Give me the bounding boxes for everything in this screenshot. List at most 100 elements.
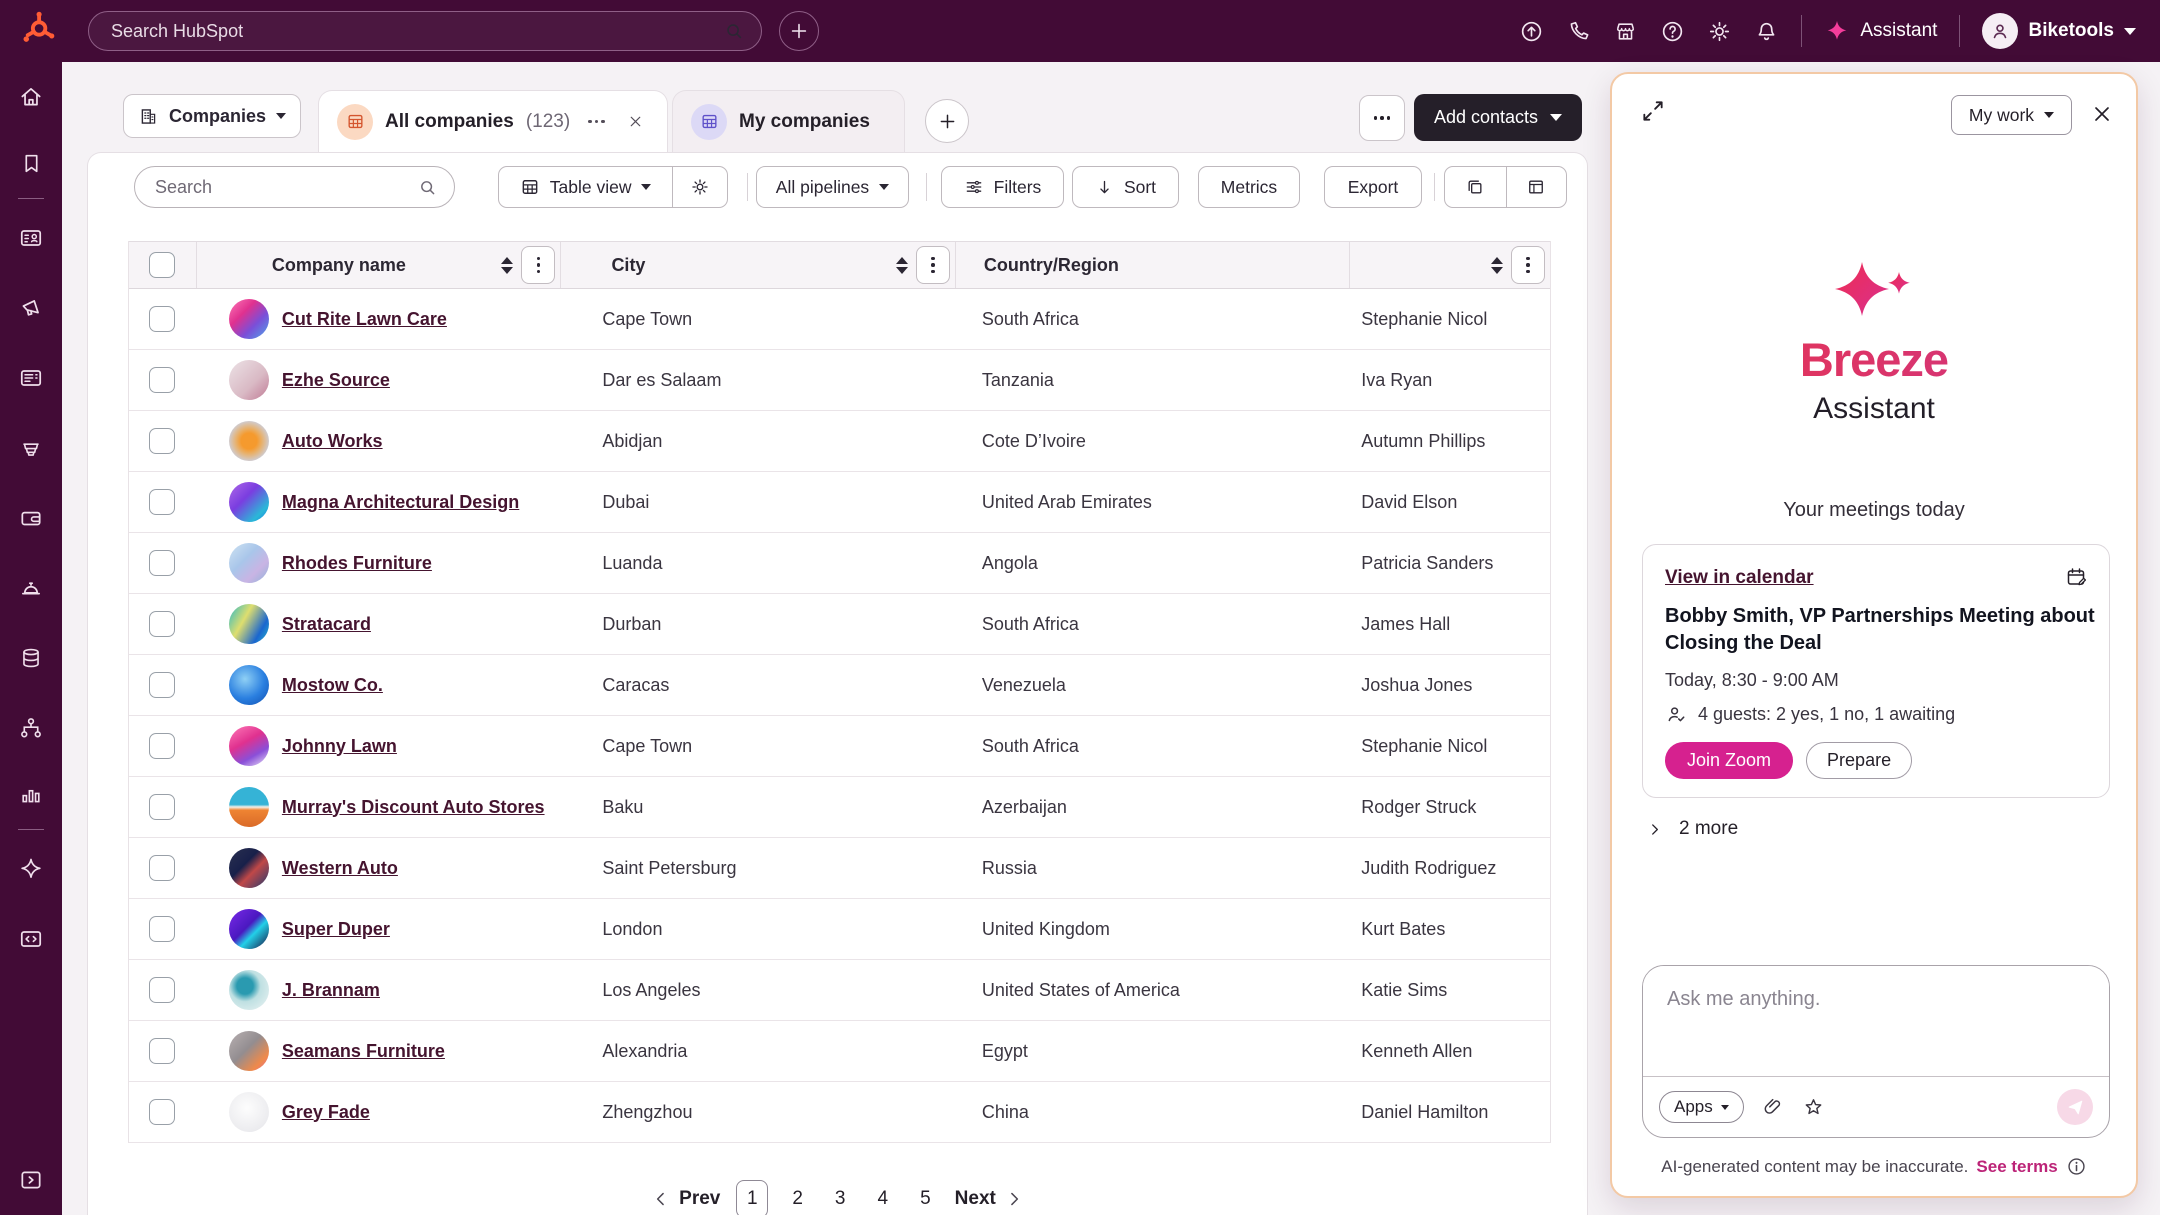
table-search-input[interactable] [155, 177, 417, 198]
sidebar-item-content[interactable] [0, 343, 62, 413]
row-checkbox[interactable] [149, 733, 175, 759]
assistant-chat-input[interactable] [1643, 966, 2109, 1076]
company-name-link[interactable]: Johnny Lawn [282, 736, 397, 757]
send-button[interactable] [2057, 1089, 2093, 1125]
sort-arrows[interactable] [1491, 257, 1503, 274]
company-name-link[interactable]: Rhodes Furniture [282, 553, 432, 574]
row-checkbox[interactable] [149, 916, 175, 942]
company-name-link[interactable]: Stratacard [282, 614, 371, 635]
row-checkbox[interactable] [149, 1099, 175, 1125]
sidebar-expand-button[interactable] [0, 1167, 62, 1193]
next-page-button[interactable]: Next [955, 1188, 1024, 1210]
sort-arrows[interactable] [896, 257, 908, 274]
company-name-link[interactable]: Magna Architectural Design [282, 492, 519, 513]
apps-dropdown[interactable]: Apps [1659, 1091, 1744, 1123]
add-view-button[interactable] [925, 99, 969, 143]
account-menu[interactable]: Biketools [1982, 13, 2136, 49]
sidebar-item-marketing[interactable] [0, 273, 62, 343]
metrics-button[interactable]: Metrics [1198, 166, 1300, 208]
sidebar-item-data[interactable] [0, 623, 62, 693]
assistant-button[interactable]: Assistant [1824, 18, 1937, 44]
sort-button[interactable]: Sort [1072, 166, 1179, 208]
board-view-button[interactable] [1506, 167, 1567, 207]
settings-icon[interactable] [1707, 19, 1732, 44]
add-contacts-button[interactable]: Add contacts [1414, 94, 1582, 141]
view-more-options-button[interactable] [1359, 95, 1405, 141]
table-search[interactable] [134, 166, 455, 208]
sidebar-item-reporting[interactable] [0, 763, 62, 825]
export-button[interactable]: Export [1324, 166, 1422, 208]
row-checkbox[interactable] [149, 306, 175, 332]
create-button[interactable] [779, 11, 819, 51]
paperclip-icon[interactable] [1762, 1096, 1784, 1118]
row-checkbox[interactable] [149, 977, 175, 1003]
sort-arrows[interactable] [501, 257, 513, 274]
global-search[interactable] [88, 11, 762, 51]
view-settings-button[interactable] [672, 167, 727, 207]
sidebar-item-payments[interactable] [0, 483, 62, 553]
global-search-input[interactable] [111, 21, 723, 42]
prev-page-button[interactable]: Prev [651, 1188, 720, 1210]
page-3[interactable]: 3 [827, 1184, 854, 1214]
row-checkbox[interactable] [149, 672, 175, 698]
company-name-link[interactable]: Ezhe Source [282, 370, 390, 391]
company-name-link[interactable]: Murray's Discount Auto Stores [282, 797, 545, 818]
row-checkbox[interactable] [149, 428, 175, 454]
row-checkbox[interactable] [149, 794, 175, 820]
calendar-edit-icon[interactable] [2065, 565, 2089, 589]
copilot-upgrade-icon[interactable] [1519, 19, 1544, 44]
select-all-checkbox[interactable] [149, 252, 175, 278]
tab-my-companies[interactable]: My companies [672, 90, 905, 152]
page-5[interactable]: 5 [912, 1184, 939, 1214]
column-options-button[interactable] [521, 246, 555, 284]
company-name-link[interactable]: Mostow Co. [282, 675, 383, 696]
page-1-current[interactable]: 1 [736, 1180, 768, 1215]
star-icon[interactable] [1802, 1096, 1825, 1119]
notifications-icon[interactable] [1754, 19, 1779, 44]
close-panel-icon[interactable] [2090, 102, 2114, 126]
prepare-button[interactable]: Prepare [1806, 742, 1912, 779]
sidebar-item-automation[interactable] [0, 693, 62, 763]
row-checkbox[interactable] [149, 1038, 175, 1064]
more-meetings-toggle[interactable]: 2 more [1646, 818, 1738, 840]
tab-all-companies[interactable]: All companies (123) [318, 90, 668, 152]
filters-button[interactable]: Filters [941, 166, 1064, 208]
expand-panel-icon[interactable] [1640, 98, 1666, 124]
company-name-link[interactable]: Grey Fade [282, 1102, 370, 1123]
company-name-link[interactable]: J. Brannam [282, 980, 380, 1001]
page-2[interactable]: 2 [784, 1184, 811, 1214]
sidebar-item-commerce[interactable] [0, 413, 62, 483]
info-icon[interactable] [2066, 1156, 2087, 1177]
row-checkbox[interactable] [149, 489, 175, 515]
table-view-selector[interactable]: Table view [499, 167, 672, 207]
column-header-city[interactable]: City [611, 255, 645, 276]
sidebar-item-crm[interactable] [0, 203, 62, 273]
marketplace-icon[interactable] [1613, 19, 1638, 44]
view-in-calendar-link[interactable]: View in calendar [1665, 567, 1814, 588]
sidebar-item-bookmarks[interactable] [0, 132, 62, 194]
sidebar-item-breeze[interactable] [0, 834, 62, 904]
calling-icon[interactable] [1566, 19, 1591, 44]
company-name-link[interactable]: Seamans Furniture [282, 1041, 445, 1062]
sidebar-item-home[interactable] [0, 62, 62, 132]
row-checkbox[interactable] [149, 550, 175, 576]
object-switcher-companies[interactable]: Companies [123, 94, 301, 138]
row-checkbox[interactable] [149, 855, 175, 881]
my-work-dropdown[interactable]: My work [1951, 95, 2072, 135]
page-4[interactable]: 4 [870, 1184, 897, 1214]
tab-options-icon[interactable] [588, 120, 605, 124]
row-checkbox[interactable] [149, 367, 175, 393]
hubspot-logo-icon[interactable] [16, 9, 60, 53]
sidebar-item-service[interactable] [0, 553, 62, 623]
tab-close-icon[interactable] [627, 113, 644, 130]
company-name-link[interactable]: Western Auto [282, 858, 398, 879]
see-terms-link[interactable]: See terms [1976, 1157, 2057, 1177]
help-icon[interactable] [1660, 19, 1685, 44]
pipelines-filter-button[interactable]: All pipelines [756, 166, 909, 208]
sidebar-item-development[interactable] [0, 904, 62, 974]
column-header-company-name[interactable]: Company name [272, 255, 406, 276]
row-checkbox[interactable] [149, 611, 175, 637]
join-zoom-button[interactable]: Join Zoom [1665, 742, 1793, 779]
column-options-button[interactable] [1511, 246, 1545, 284]
company-name-link[interactable]: Auto Works [282, 431, 383, 452]
